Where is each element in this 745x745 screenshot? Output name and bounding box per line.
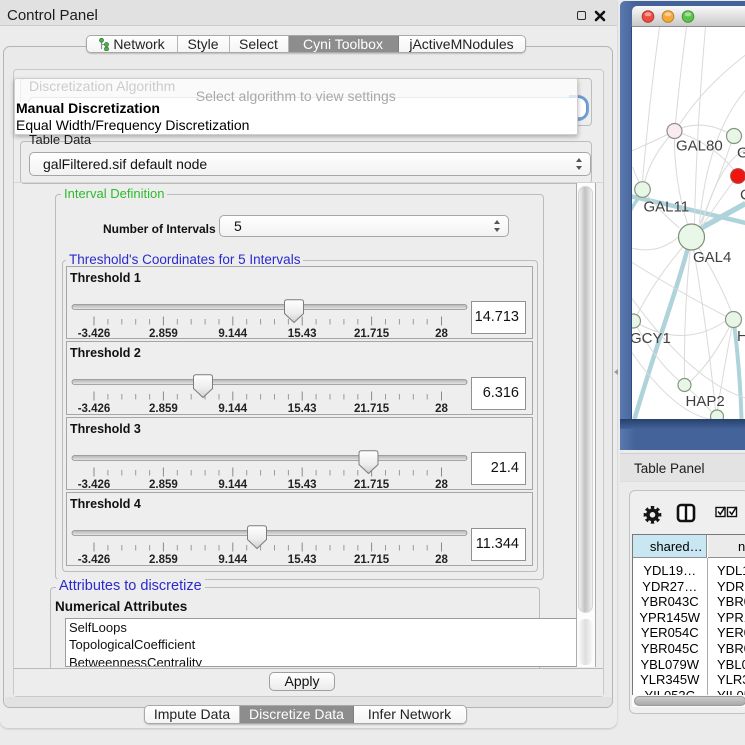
svg-text:-3.426: -3.426 <box>78 479 111 490</box>
svg-text:28: 28 <box>435 403 448 414</box>
svg-text:28: 28 <box>435 328 448 339</box>
svg-text:CD: CD <box>740 187 745 204</box>
svg-text:GCY1: GCY1 <box>632 330 671 347</box>
svg-text:15.43: 15.43 <box>288 554 317 565</box>
svg-text:HI: HI <box>737 328 745 345</box>
svg-text:2.859: 2.859 <box>149 403 178 414</box>
svg-text:15.43: 15.43 <box>288 479 317 490</box>
svg-text:15.43: 15.43 <box>288 328 317 339</box>
svg-text:GAL11: GAL11 <box>643 199 689 216</box>
svg-text:GAL4: GAL4 <box>693 249 731 266</box>
svg-text:-3.426: -3.426 <box>78 328 111 339</box>
svg-text:-3.426: -3.426 <box>78 403 111 414</box>
svg-text:9.144: 9.144 <box>218 403 247 414</box>
svg-text:2.859: 2.859 <box>149 479 178 490</box>
svg-text:GA: GA <box>737 145 745 162</box>
svg-text:2.859: 2.859 <box>149 554 178 565</box>
svg-text:21.715: 21.715 <box>354 403 390 414</box>
svg-text:21.715: 21.715 <box>354 554 390 565</box>
svg-text:21.715: 21.715 <box>354 328 390 339</box>
svg-text:GAL80: GAL80 <box>676 138 723 155</box>
svg-text:28: 28 <box>435 554 448 565</box>
svg-text:9.144: 9.144 <box>218 479 247 490</box>
svg-text:HAP2: HAP2 <box>685 393 724 410</box>
svg-text:9.144: 9.144 <box>218 554 247 565</box>
svg-text:28: 28 <box>435 479 448 490</box>
svg-text:15.43: 15.43 <box>288 403 317 414</box>
svg-text:9.144: 9.144 <box>218 328 247 339</box>
svg-text:2.859: 2.859 <box>149 328 178 339</box>
svg-text:-3.426: -3.426 <box>78 554 111 565</box>
svg-text:21.715: 21.715 <box>354 479 390 490</box>
